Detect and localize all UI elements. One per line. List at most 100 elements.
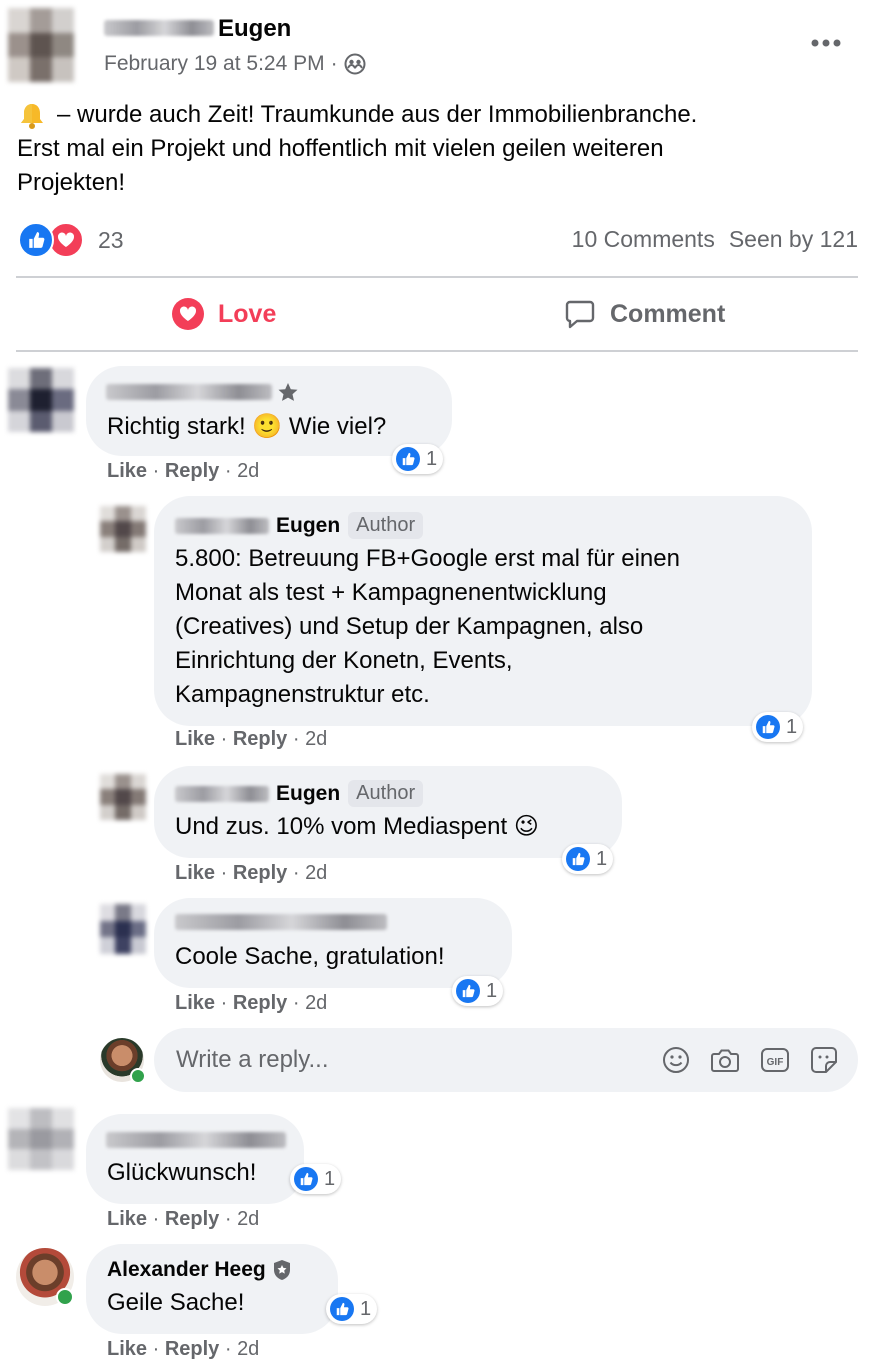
post-text: – wurde auch Zeit! Traumkunde aus der Im…	[17, 98, 867, 200]
reply-text: Coole Sache, gratulation!	[175, 943, 445, 970]
reply-link[interactable]: Reply	[165, 1338, 219, 1360]
author-badge: Author	[348, 512, 424, 539]
like-link[interactable]: Like	[107, 460, 147, 482]
commenter-avatar[interactable]	[8, 1108, 74, 1170]
reply-actions: Like · Reply · 2d	[175, 862, 328, 884]
like-link[interactable]: Like	[175, 728, 215, 750]
love-button[interactable]: Love	[172, 298, 276, 330]
reply-author-name-redacted[interactable]	[175, 914, 387, 930]
like-reaction-icon	[456, 979, 480, 1003]
reply-author-name[interactable]: Eugen	[276, 514, 340, 538]
like-link[interactable]: Like	[175, 862, 215, 884]
reaction-count: 1	[786, 715, 798, 738]
commenter-avatar[interactable]	[8, 368, 74, 432]
comment-time[interactable]: 2d	[305, 728, 327, 750]
current-user-avatar[interactable]	[100, 1038, 146, 1084]
reply-input-placeholder: Write a reply...	[176, 1046, 329, 1073]
comment-reactions[interactable]: 1	[326, 1294, 378, 1324]
post-author-name[interactable]: Eugen	[218, 15, 291, 43]
reply-author-name[interactable]: Eugen	[276, 782, 340, 806]
post-timestamp[interactable]: February 19 at 5:24 PM ·	[104, 52, 366, 76]
reply-text-line: 5.800: Betreuung FB+Google erst mal für …	[175, 545, 680, 572]
reply-author-avatar[interactable]	[100, 774, 146, 820]
love-icon	[172, 298, 204, 330]
reaction-count: 1	[426, 447, 438, 470]
reply-link[interactable]: Reply	[233, 728, 287, 750]
comment-label: Comment	[610, 299, 726, 328]
reply-input[interactable]: Write a reply... GIF	[154, 1028, 858, 1092]
like-reaction-icon	[294, 1167, 318, 1191]
reply-link[interactable]: Reply	[233, 862, 287, 884]
like-link[interactable]: Like	[107, 1338, 147, 1360]
commenter-name-row: Alexander Heeg	[107, 1258, 292, 1282]
like-reaction-icon	[756, 715, 780, 739]
like-reaction-icon	[396, 447, 420, 471]
reply-reactions[interactable]: 1	[562, 844, 614, 874]
top-fan-badge-icon	[278, 383, 298, 401]
like-reaction-icon	[566, 847, 590, 871]
reply-author-name-redacted	[175, 786, 269, 802]
comment-text: Richtig stark! 🙂 Wie viel?	[107, 413, 387, 440]
reply-author: Eugen Author	[276, 780, 424, 807]
comment-actions: Like · Reply · 2d	[107, 1208, 260, 1230]
like-link[interactable]: Like	[107, 1208, 147, 1230]
reply-text-line: Einrichtung der Konetn, Events,	[175, 647, 513, 674]
commenter-name[interactable]: Alexander Heeg	[107, 1258, 266, 1282]
post-text-line1: – wurde auch Zeit! Traumkunde aus der Im…	[57, 101, 698, 128]
seen-by[interactable]: Seen by 121	[729, 226, 858, 253]
emoji-icon[interactable]	[662, 1046, 690, 1074]
reply-author-avatar[interactable]	[100, 904, 146, 954]
post-stats: 10 Comments Seen by 121	[572, 226, 858, 253]
comment-reactions[interactable]: 1	[290, 1164, 342, 1194]
post-timestamp-text[interactable]: February 19 at 5:24 PM	[104, 52, 325, 76]
camera-icon[interactable]	[710, 1046, 740, 1074]
commenter-name-redacted[interactable]	[106, 1132, 286, 1148]
post-author-name-redacted	[104, 20, 214, 36]
reply-link[interactable]: Reply	[165, 1208, 219, 1230]
online-status-dot	[56, 1288, 74, 1306]
comment-icon	[565, 300, 595, 329]
author-badge: Author	[348, 780, 424, 807]
reply-text-line: Kampagnenstruktur etc.	[175, 681, 430, 708]
reaction-count: 1	[486, 979, 498, 1002]
love-label: Love	[218, 299, 277, 328]
comment-reactions[interactable]: 1	[392, 444, 444, 474]
reply-reactions[interactable]: 1	[452, 976, 504, 1006]
like-reaction-icon	[330, 1297, 354, 1321]
reaction-summary[interactable]: 23	[18, 222, 124, 258]
comment-button[interactable]: Comment	[564, 298, 725, 330]
comments-count[interactable]: 10 Comments	[572, 226, 715, 253]
comment-time[interactable]: 2d	[305, 992, 327, 1014]
reaction-count: 1	[360, 1297, 372, 1320]
reply-actions: Like · Reply · 2d	[175, 992, 328, 1014]
comment-time[interactable]: 2d	[237, 1338, 259, 1360]
like-link[interactable]: Like	[175, 992, 215, 1014]
reply-text-line: Monat als test + Kampagnenentwicklung	[175, 579, 607, 606]
reply-reactions[interactable]: 1	[752, 712, 804, 742]
reply-author-avatar[interactable]	[100, 506, 146, 552]
comment-time[interactable]: 2d	[237, 460, 259, 482]
divider-bottom	[16, 350, 858, 352]
comment-time[interactable]: 2d	[237, 1208, 259, 1230]
divider-top	[16, 276, 858, 278]
svg-text:GIF: GIF	[767, 1057, 784, 1068]
reply-author-name-redacted	[175, 518, 269, 534]
post-text-line2: Erst mal ein Projekt und hoffentlich mit…	[17, 135, 664, 162]
post-author-avatar[interactable]	[8, 8, 74, 82]
reply-text-line: (Creatives) und Setup der Kampagnen, als…	[175, 613, 644, 640]
more-dots-icon[interactable]	[810, 36, 842, 50]
reply-link[interactable]: Reply	[233, 992, 287, 1014]
reaction-count: 1	[596, 847, 608, 870]
gif-icon[interactable]: GIF	[760, 1046, 790, 1074]
group-icon	[344, 53, 366, 75]
reaction-count: 23	[98, 226, 124, 253]
bell-icon	[21, 104, 43, 129]
commenter-name-redacted[interactable]	[106, 384, 272, 400]
comment-time[interactable]: 2d	[305, 862, 327, 884]
commenter-avatar[interactable]	[16, 1248, 74, 1306]
sticker-icon[interactable]	[810, 1046, 838, 1074]
reply-actions: Like · Reply · 2d	[175, 728, 328, 750]
reply-link[interactable]: Reply	[165, 460, 219, 482]
online-status-dot	[130, 1068, 146, 1084]
meta-separator: ·	[330, 52, 338, 75]
